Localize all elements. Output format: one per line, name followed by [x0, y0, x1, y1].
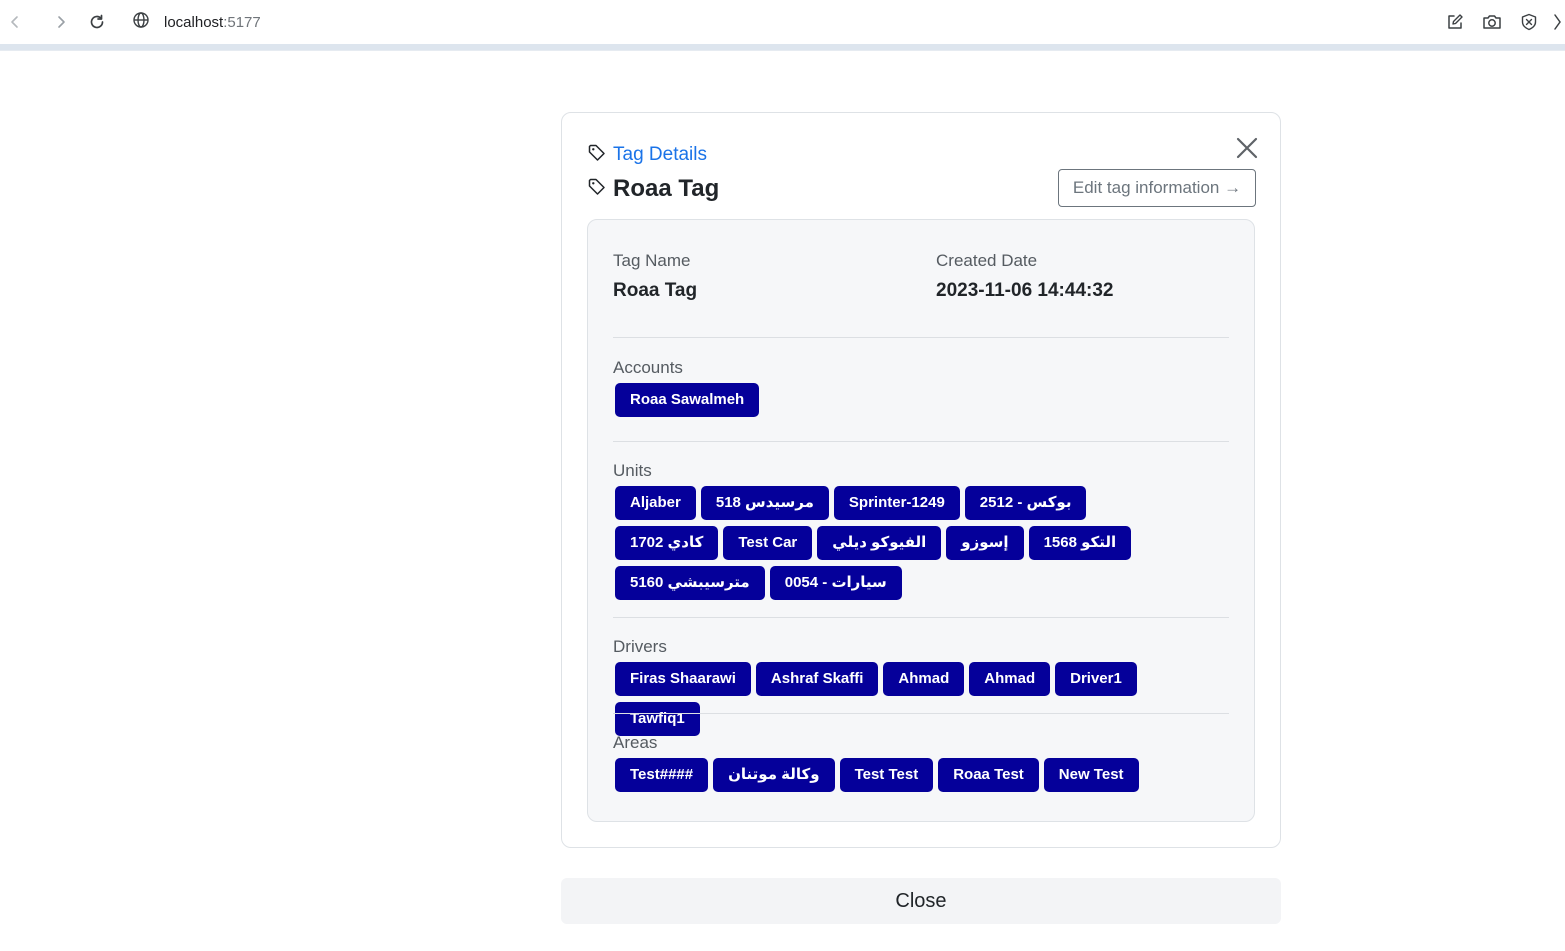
- unit-chip[interactable]: إسوزو: [946, 526, 1024, 560]
- created-date-value: 2023-11-06 14:44:32: [936, 280, 1114, 301]
- tag-name-value: Roaa Tag: [613, 280, 698, 301]
- created-date-field: Created Date 2023-11-06 14:44:32: [936, 250, 1113, 303]
- unit-chip[interactable]: مترسيبشي 5160: [615, 566, 765, 600]
- driver-chip[interactable]: Tawfiq1: [615, 702, 700, 736]
- unit-chip[interactable]: سيارات - 0054: [769, 566, 902, 600]
- tag-details-panel: Tag Name Roaa Tag Created Date 2023-11-0…: [587, 219, 1255, 822]
- url-text: localhost:5177: [164, 14, 261, 31]
- back-arrow-icon[interactable]: [4, 11, 26, 33]
- driver-chip[interactable]: Ahmad: [883, 662, 965, 696]
- unit-chip[interactable]: مرسيدس 518: [700, 486, 829, 520]
- edit-tag-information-button[interactable]: Edit tag information →: [1058, 169, 1256, 207]
- unit-chip[interactable]: Sprinter-1249: [833, 486, 960, 520]
- unit-chip[interactable]: Test Car: [723, 526, 813, 560]
- divider: [613, 713, 1229, 714]
- driver-chip[interactable]: Driver1: [1055, 662, 1137, 696]
- units-chips: Aljaber مرسيدس 518 Sprinter-1249 بوكس - 251…: [615, 486, 1185, 606]
- globe-icon: [132, 11, 150, 34]
- extensions-icon[interactable]: [1551, 11, 1565, 33]
- unit-chip[interactable]: الفيوكو ديلي: [817, 526, 942, 560]
- reload-icon[interactable]: [86, 11, 108, 33]
- drivers-section: Drivers Firas Shaarawi Ashraf Skaffi Ahmad…: [613, 636, 1229, 742]
- shield-x-icon[interactable]: [1518, 11, 1540, 33]
- accounts-section: Accounts Roaa Sawalmeh: [613, 357, 1229, 423]
- area-chip[interactable]: Test####: [615, 758, 709, 792]
- page-title-row: Roaa Tag: [587, 174, 719, 204]
- area-chip[interactable]: Roaa Test: [938, 758, 1039, 792]
- page-title: Roaa Tag: [613, 175, 720, 202]
- area-chip[interactable]: Test Test: [839, 758, 934, 792]
- accounts-chips: Roaa Sawalmeh: [615, 383, 1185, 423]
- toolbar-divider: [0, 44, 1565, 51]
- areas-label: Areas: [613, 733, 658, 752]
- divider: [613, 441, 1229, 442]
- unit-chip[interactable]: التكو 1568: [1028, 526, 1132, 560]
- unit-chip[interactable]: كادي 1702: [615, 526, 719, 560]
- drivers-chips: Firas Shaarawi Ashraf Skaffi Ahmad Ahmad Dri…: [615, 662, 1231, 742]
- close-icon[interactable]: [1234, 135, 1260, 161]
- tag-name-label: Tag Name: [613, 251, 691, 270]
- tag-details-modal: Tag Details Roaa Tag Edit tag informatio…: [561, 112, 1281, 848]
- breadcrumb-tag-details[interactable]: Tag Details: [613, 144, 707, 166]
- unit-chip[interactable]: بوكس - 2512: [964, 486, 1087, 520]
- camera-icon[interactable]: [1481, 11, 1503, 33]
- units-section: Units Aljaber مرسيدس 518 Sprinter-1249 بوكس…: [613, 460, 1229, 606]
- driver-chip[interactable]: Ahmad: [969, 662, 1051, 696]
- tag-name-field: Tag Name Roaa Tag: [613, 250, 697, 303]
- unit-chip[interactable]: Aljaber: [615, 486, 696, 520]
- areas-chips: Test#### وكالة موتنان Test Test Roaa Test Ne…: [615, 758, 1185, 798]
- accounts-label: Accounts: [613, 358, 683, 377]
- divider: [613, 617, 1229, 618]
- close-button[interactable]: Close: [561, 878, 1281, 924]
- edit-page-icon[interactable]: [1444, 11, 1466, 33]
- url-host: localhost: [164, 13, 224, 31]
- area-chip[interactable]: وكالة موتنان: [713, 758, 835, 792]
- area-chip[interactable]: New Test: [1043, 758, 1139, 792]
- address-bar[interactable]: localhost:5177: [132, 10, 261, 34]
- driver-chip[interactable]: Ashraf Skaffi: [755, 662, 879, 696]
- driver-chip[interactable]: Firas Shaarawi: [615, 662, 751, 696]
- drivers-label: Drivers: [613, 637, 667, 656]
- areas-section: Areas Test#### وكالة موتنان Test Test Roaa …: [613, 732, 1229, 798]
- tag-icon: [587, 143, 607, 168]
- units-label: Units: [613, 461, 652, 480]
- created-date-label: Created Date: [936, 251, 1038, 270]
- tag-icon: [587, 177, 607, 202]
- breadcrumb: Tag Details: [587, 143, 707, 167]
- account-chip[interactable]: Roaa Sawalmeh: [615, 383, 760, 417]
- url-port: :5177: [223, 13, 261, 31]
- forward-arrow-icon[interactable]: [50, 11, 72, 33]
- browser-toolbar: localhost:5177: [0, 0, 1565, 46]
- divider: [613, 337, 1229, 338]
